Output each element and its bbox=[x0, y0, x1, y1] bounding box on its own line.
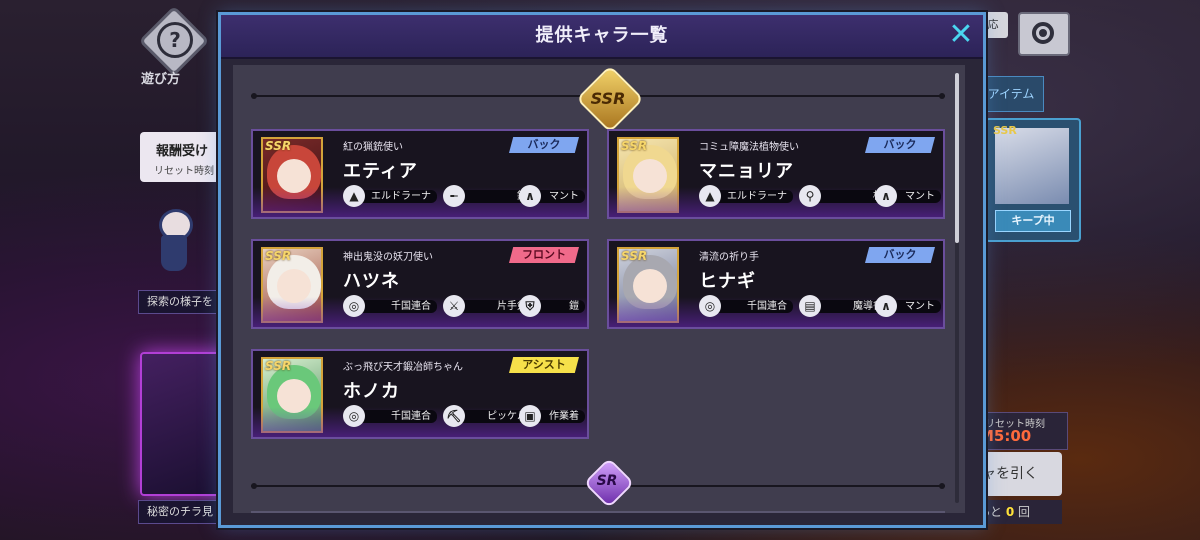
book-icon: ▤ bbox=[799, 295, 821, 317]
character-portrait: SSR bbox=[261, 247, 323, 323]
reward-title: 報酬受け bbox=[156, 144, 209, 159]
divider-dot bbox=[939, 93, 945, 99]
character-list-modal: 提供キャラ一覧 ✕ SSR SSR 紅の猟銃使い エティア バック エルドラーナ… bbox=[218, 12, 986, 528]
ssr-mark: SSR bbox=[265, 359, 292, 373]
workwear-icon: ▣ bbox=[519, 405, 541, 427]
ssr-mark: SSR bbox=[265, 139, 292, 153]
reset-timer-value: M5:00 bbox=[979, 427, 1032, 445]
affiliation-attribute: 千国連合 ◎ bbox=[699, 295, 793, 317]
character-card[interactable]: SSR ぶっ飛び天才鍛冶師ちゃん ホノカ アシスト 千国連合 ◎ ピッケル ⛏ 作業… bbox=[251, 349, 589, 439]
affiliation-attribute: 千国連合 ◎ bbox=[343, 405, 437, 427]
affiliation-icon: ◎ bbox=[343, 405, 365, 427]
position-tag: バック bbox=[865, 247, 935, 263]
armor-attribute: マント ∧ bbox=[519, 185, 585, 207]
modal-header: 提供キャラ一覧 ✕ bbox=[221, 15, 983, 59]
gun-icon: ╾ bbox=[443, 185, 465, 207]
portrait-face bbox=[633, 269, 667, 303]
close-icon[interactable]: ✕ bbox=[947, 20, 975, 50]
position-tag: アシスト bbox=[509, 357, 579, 373]
affiliation-icon: ◎ bbox=[699, 295, 721, 317]
character-name: エティア bbox=[343, 161, 418, 182]
character-card[interactable]: SSR 清流の祈り手 ヒナギ バック 千国連合 ◎ 魔導書 ▤ マント ∧ bbox=[607, 239, 945, 329]
character-list[interactable]: SSR SSR 紅の猟銃使い エティア バック エルドラーナ▲ 銃╾ マント∧ … bbox=[233, 65, 965, 513]
affiliation-icon: ▲ bbox=[699, 185, 721, 207]
character-portrait: SSR bbox=[617, 137, 679, 213]
affiliation-label: エルドラーナ bbox=[713, 190, 793, 203]
divider-dot bbox=[251, 483, 257, 489]
armor-icon: ⛨ bbox=[519, 295, 541, 317]
affiliation-attribute: エルドラーナ ▲ bbox=[699, 185, 793, 207]
character-name: ハツネ bbox=[343, 271, 400, 292]
affiliation-attribute: 千国連合 ◎ bbox=[343, 295, 437, 317]
scrollbar-thumb[interactable] bbox=[955, 73, 959, 243]
affiliation-label: 千国連合 bbox=[713, 300, 793, 313]
next-row-peek bbox=[251, 511, 945, 513]
ssr-mark: SSR bbox=[621, 249, 648, 263]
position-tag: フロント bbox=[509, 247, 579, 263]
portrait-face bbox=[277, 159, 311, 193]
ssr-section-label: SSR bbox=[590, 89, 626, 108]
character-card[interactable]: SSR 神出鬼没の妖刀使い ハツネ フロント 千国連合 ◎ 片手剣 ⚔ 鎧 ⛨ bbox=[251, 239, 589, 329]
affiliation-icon: ◎ bbox=[343, 295, 365, 317]
character-epithet: 紅の猟銃使い bbox=[343, 142, 403, 153]
settings-button[interactable] bbox=[1018, 12, 1070, 56]
staff-icon: ⚲ bbox=[799, 185, 821, 207]
item-tab[interactable]: アイテム bbox=[978, 76, 1044, 112]
affiliation-label: エルドラーナ bbox=[357, 190, 437, 203]
keep-ssr-mark: SSR bbox=[993, 124, 1017, 137]
how-to-play-button[interactable]: ? 遊び方 bbox=[135, 5, 215, 89]
position-tag: バック bbox=[865, 137, 935, 153]
armor-attribute: 鎧 ⛨ bbox=[519, 295, 585, 317]
armor-attribute: マント ∧ bbox=[875, 185, 941, 207]
keep-status-badge: キープ中 bbox=[995, 210, 1071, 232]
affiliation-label: 千国連合 bbox=[357, 300, 437, 313]
reward-panel[interactable]: 報酬受け リセット時刻 bbox=[140, 132, 230, 182]
portrait-face bbox=[277, 269, 311, 303]
cloak-icon: ∧ bbox=[875, 295, 897, 317]
position-tag: バック bbox=[509, 137, 579, 153]
character-card[interactable]: SSR コミュ障魔法植物使い マニョリア バック エルドラーナ▲ 杖⚲ マント∧ bbox=[607, 129, 945, 219]
portrait-face bbox=[277, 379, 311, 413]
character-card[interactable]: SSR 紅の猟銃使い エティア バック エルドラーナ▲ 銃╾ マント∧ bbox=[251, 129, 589, 219]
sr-section-label: SR bbox=[596, 473, 618, 489]
character-epithet: ぶっ飛び天才鍛冶師ちゃん bbox=[343, 362, 463, 373]
character-name: ホノカ bbox=[343, 381, 400, 402]
question-mark-icon: ? bbox=[157, 22, 193, 58]
ssr-mark: SSR bbox=[621, 139, 648, 153]
character-epithet: 神出鬼没の妖刀使い bbox=[343, 252, 433, 263]
character-portrait: SSR bbox=[261, 357, 323, 433]
gear-center bbox=[1039, 29, 1047, 37]
remaining-count: 0 bbox=[1005, 505, 1015, 519]
character-portrait: SSR bbox=[261, 137, 323, 213]
remaining-suffix: 回 bbox=[1018, 505, 1031, 519]
character-name: ヒナギ bbox=[699, 271, 756, 292]
character-epithet: 清流の祈り手 bbox=[699, 252, 759, 263]
portrait-face bbox=[633, 159, 667, 193]
divider-dot bbox=[251, 93, 257, 99]
affiliation-icon: ▲ bbox=[343, 185, 365, 207]
how-to-play-label: 遊び方 bbox=[141, 72, 181, 87]
keep-card[interactable]: SSR キープ中 bbox=[985, 118, 1081, 242]
cloak-icon: ∧ bbox=[519, 185, 541, 207]
character-name: マニョリア bbox=[699, 161, 794, 182]
character-epithet: コミュ障魔法植物使い bbox=[699, 142, 799, 153]
affiliation-label: 千国連合 bbox=[357, 410, 437, 423]
character-sprite[interactable] bbox=[145, 205, 200, 275]
scrollbar[interactable] bbox=[955, 73, 959, 503]
armor-attribute: 作業着 ▣ bbox=[519, 405, 585, 427]
sprite-body bbox=[161, 235, 187, 271]
reward-reset-label: リセット時刻 bbox=[154, 166, 214, 177]
sword-icon: ⚔ bbox=[443, 295, 465, 317]
affiliation-attribute: エルドラーナ ▲ bbox=[343, 185, 437, 207]
armor-attribute: マント ∧ bbox=[875, 295, 941, 317]
divider-dot bbox=[939, 483, 945, 489]
pickaxe-icon: ⛏ bbox=[443, 405, 465, 427]
modal-title: 提供キャラ一覧 bbox=[535, 25, 669, 46]
keep-character-portrait bbox=[995, 128, 1069, 204]
character-portrait: SSR bbox=[617, 247, 679, 323]
ssr-mark: SSR bbox=[265, 249, 292, 263]
cloak-icon: ∧ bbox=[875, 185, 897, 207]
